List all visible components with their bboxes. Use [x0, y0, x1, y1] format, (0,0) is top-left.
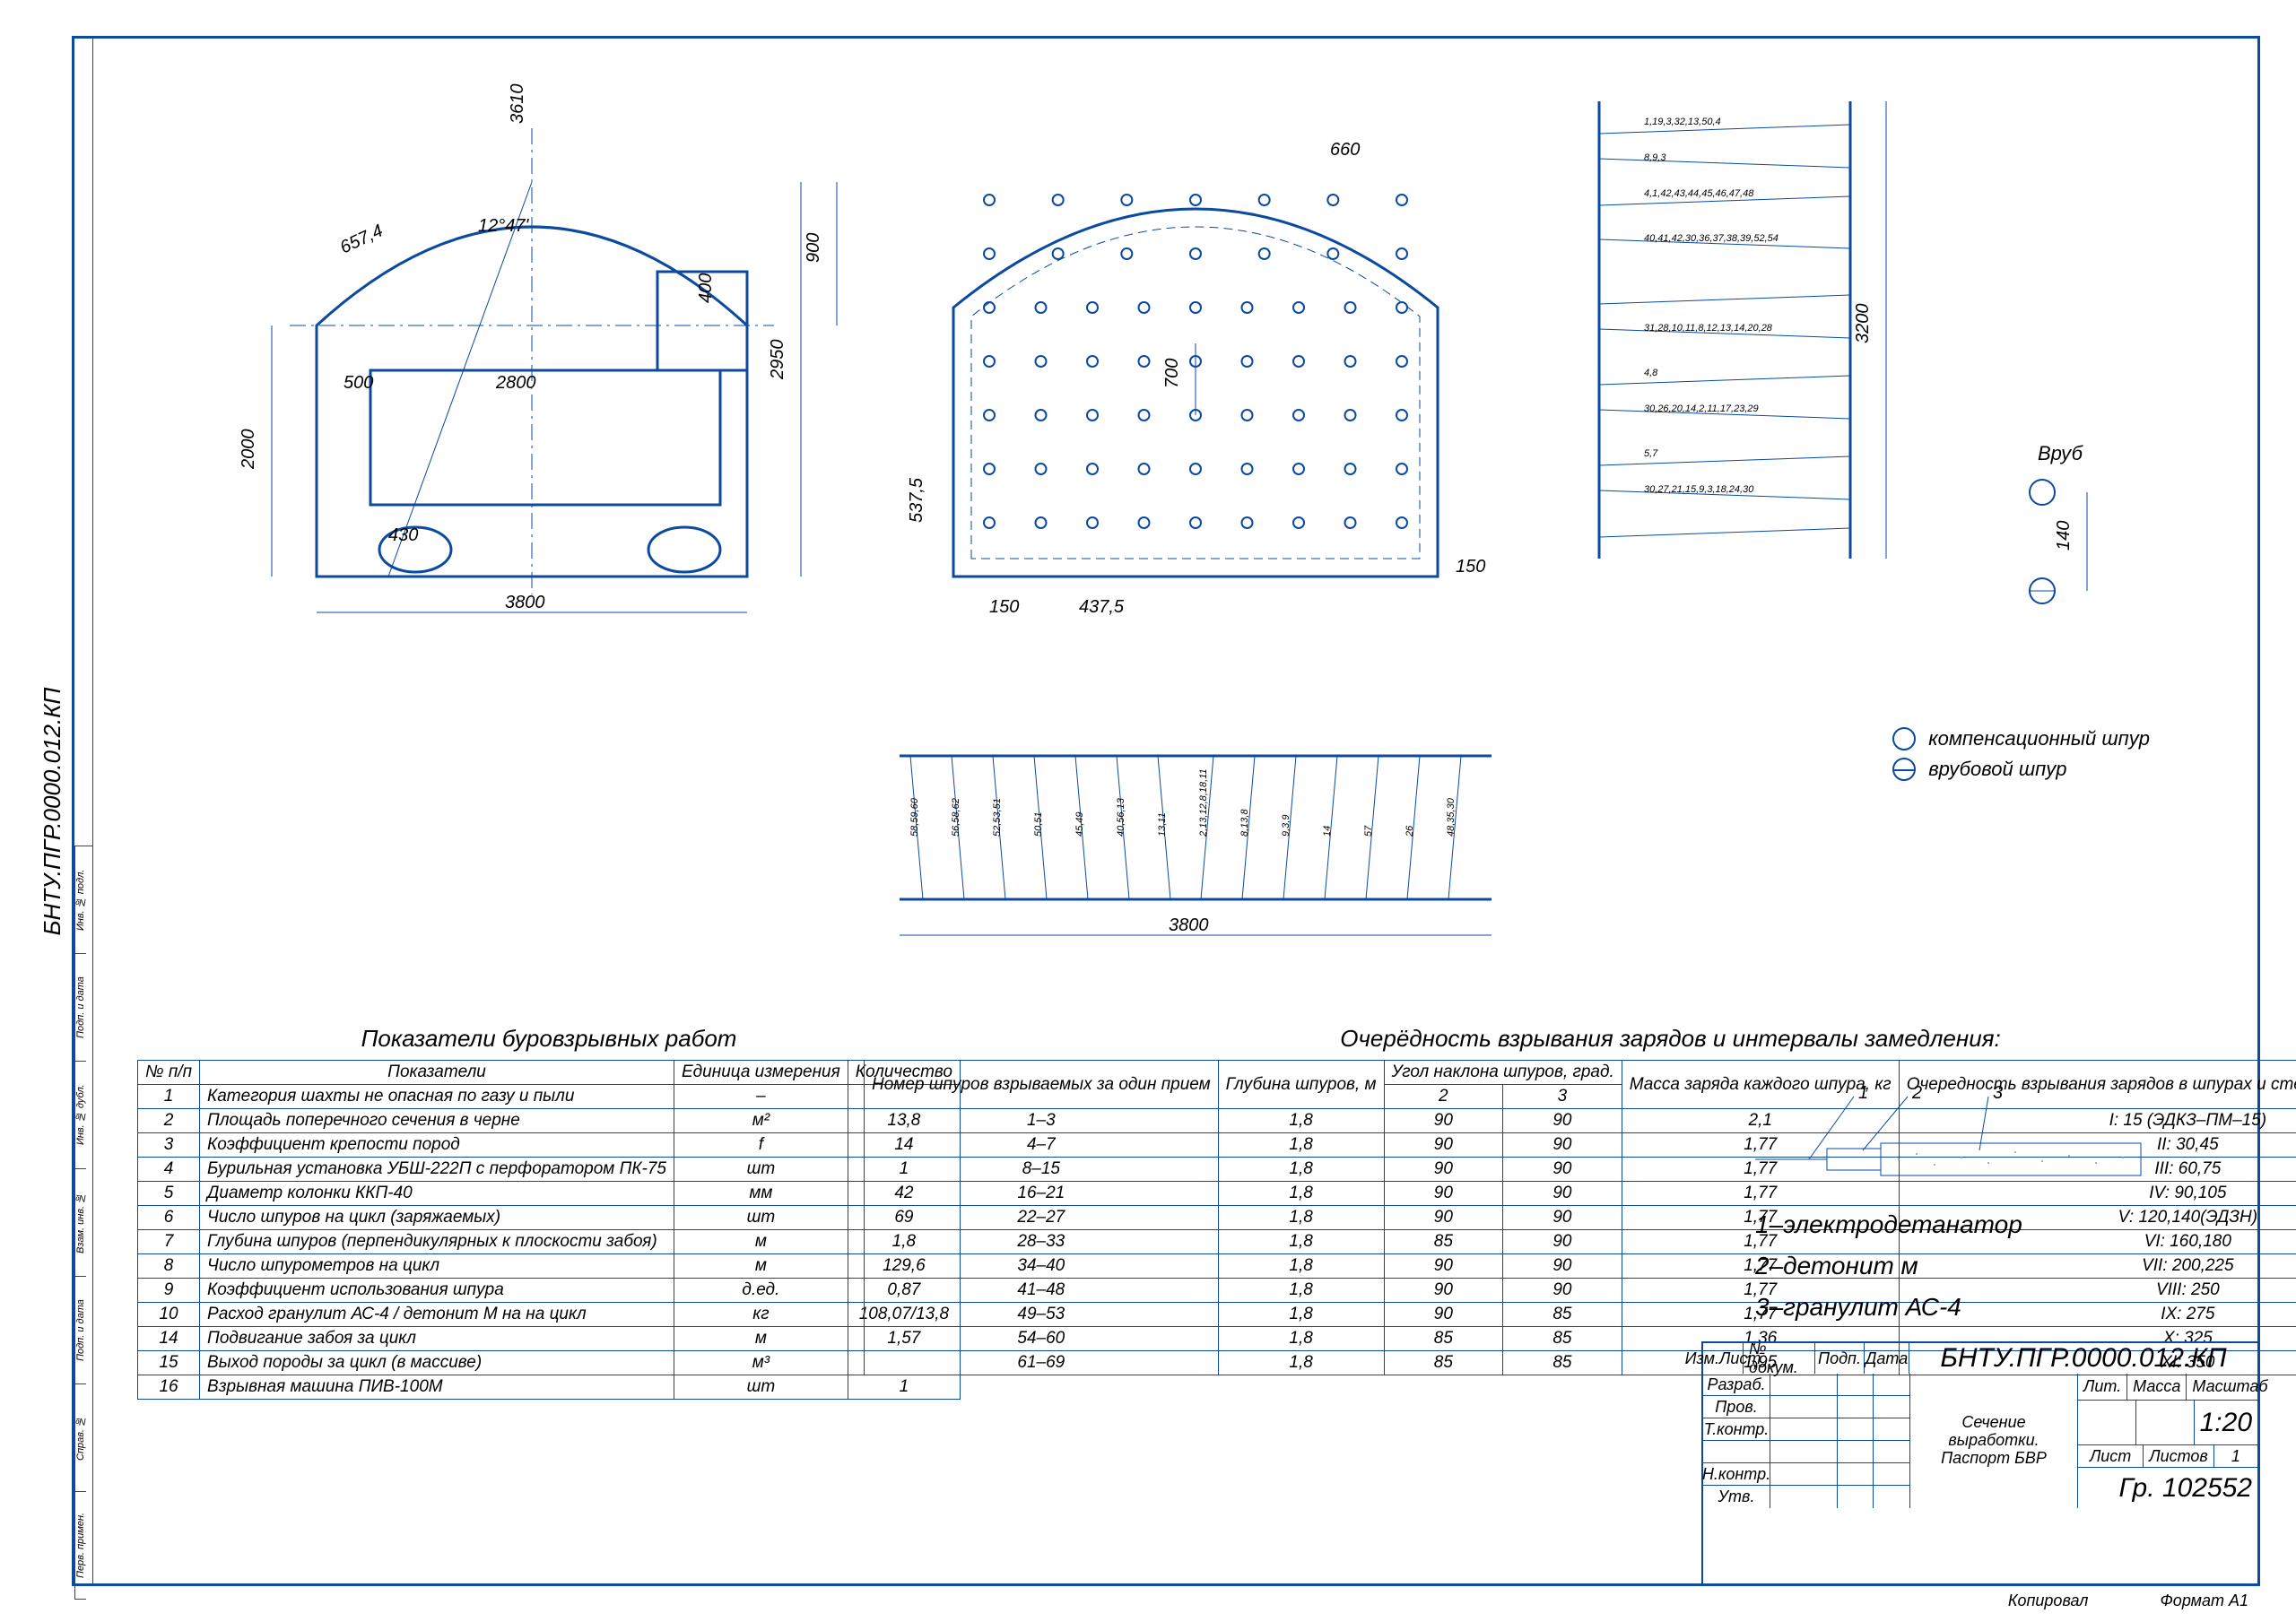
- table-indicators: Показатели буровзрывных работ № п/пПоказ…: [137, 1025, 961, 1400]
- svg-text:13,11: 13,11: [1157, 812, 1168, 837]
- svg-text:2800: 2800: [495, 373, 536, 393]
- svg-text:56,58,62: 56,58,62: [951, 798, 961, 837]
- svg-text:5,7: 5,7: [1644, 448, 1658, 459]
- svg-text:8,13,8: 8,13,8: [1239, 809, 1250, 837]
- svg-text:3800: 3800: [505, 593, 545, 612]
- svg-text:2950: 2950: [768, 340, 787, 381]
- side-filecode: БНТУ.ПГР.0000.012.КП: [39, 687, 66, 935]
- svg-text:14: 14: [1322, 826, 1333, 837]
- svg-text:700: 700: [1162, 359, 1182, 388]
- svg-text:9,3,9: 9,3,9: [1281, 815, 1292, 837]
- legend: компенсационный шпур врубовой шпур: [1892, 720, 2150, 788]
- svg-text:57: 57: [1363, 825, 1374, 837]
- svg-text:2,13,12,8,18,11: 2,13,12,8,18,11: [1198, 768, 1209, 837]
- svg-text:2000: 2000: [239, 429, 258, 471]
- drawing-plan-strip: 58,59,60 56,58,62 52,53,51 50,51 45,49 40,56,…: [864, 720, 1527, 971]
- svg-text:537,5: 537,5: [907, 477, 926, 523]
- vrub-detail: Вруб 140: [2006, 442, 2114, 627]
- svg-text:12°47': 12°47': [478, 216, 529, 236]
- svg-text:4,1,42,43,44,45,46,47,48: 4,1,42,43,44,45,46,47,48: [1644, 188, 1754, 199]
- svg-text:657,4: 657,4: [337, 221, 387, 257]
- drawing-side-section: 1,19,3,32,13,50,4 8,9,3 4,1,42,43,44,45,46…: [1545, 74, 1922, 585]
- svg-text:8,9,3: 8,9,3: [1644, 152, 1666, 163]
- drawing-face-pattern: 660 700 150 437,5 150 537,5: [882, 74, 1509, 657]
- svg-text:150: 150: [989, 597, 1019, 617]
- charge-diagram: 1 2 3 1–электродетанатор 2–детонит м 3–г…: [1755, 1079, 2150, 1326]
- svg-text:150: 150: [1456, 557, 1485, 577]
- svg-text:30,27,21,15,9,3,18,24,30: 30,27,21,15,9,3,18,24,30: [1644, 484, 1754, 495]
- svg-text:3: 3: [1993, 1083, 2003, 1103]
- svg-text:40,56,13: 40,56,13: [1116, 797, 1126, 837]
- svg-text:45,49: 45,49: [1074, 811, 1085, 837]
- svg-text:1: 1: [1858, 1083, 1868, 1103]
- svg-text:660: 660: [1330, 140, 1360, 160]
- svg-text:50,51: 50,51: [1033, 811, 1044, 837]
- svg-text:900: 900: [804, 233, 823, 263]
- side-stamps: Инв. № подл. Подп. и дата Инв. № дубл. В…: [74, 846, 92, 1583]
- svg-text:3800: 3800: [1169, 915, 1209, 935]
- svg-text:30,26,20,14,2,11,17,23,29: 30,26,20,14,2,11,17,23,29: [1644, 403, 1759, 414]
- svg-text:2: 2: [1911, 1083, 1922, 1103]
- svg-text:48,35,30: 48,35,30: [1446, 797, 1457, 837]
- svg-text:500: 500: [344, 373, 373, 393]
- svg-text:400: 400: [696, 273, 716, 303]
- svg-text:437,5: 437,5: [1079, 597, 1125, 617]
- drawing-cross-section-machine: 3800 2950 900 2000 500 2800 430 400 12°4…: [209, 74, 855, 657]
- svg-text:31,28,10,11,8,12,13,14,20,28: 31,28,10,11,8,12,13,14,20,28: [1644, 323, 1773, 334]
- svg-text:4,8: 4,8: [1644, 368, 1658, 378]
- svg-text:140: 140: [2054, 521, 2074, 551]
- svg-text:1,19,3,32,13,50,4: 1,19,3,32,13,50,4: [1644, 117, 1721, 127]
- svg-text:430: 430: [388, 525, 418, 545]
- svg-text:3200: 3200: [1853, 304, 1873, 344]
- svg-text:26: 26: [1405, 825, 1415, 837]
- title-block: Изм.Лист № докум. Подп. Дата БНТУ.ПГР.00…: [1701, 1341, 2257, 1583]
- svg-text:52,53,51: 52,53,51: [992, 798, 1003, 837]
- svg-text:3610: 3610: [508, 84, 527, 125]
- svg-text:40,41,42,30,36,37,38,39,52,54: 40,41,42,30,36,37,38,39,52,54: [1644, 233, 1779, 244]
- svg-text:58,59,60: 58,59,60: [909, 797, 920, 837]
